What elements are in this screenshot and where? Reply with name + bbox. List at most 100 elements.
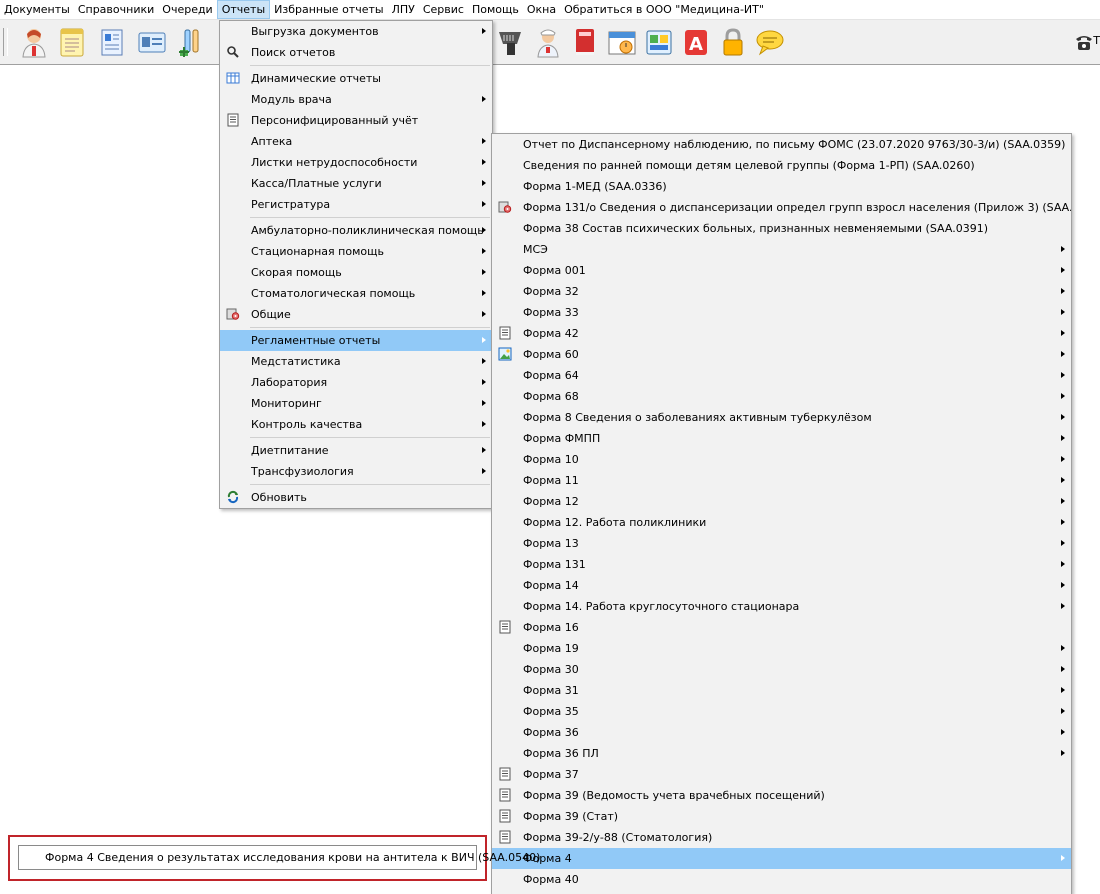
reglament-menu-item-label: Форма 8 Сведения о заболеваниях активным… <box>523 411 872 424</box>
menubar-item-справочники[interactable]: Справочники <box>74 0 158 19</box>
reglament-menu-item[interactable]: Форма 37 <box>492 764 1071 785</box>
submenu-arrow-icon <box>1061 435 1065 441</box>
reglament-menu-item[interactable]: Форма 10 <box>492 449 1071 470</box>
reports-menu-item[interactable]: Касса/Платные услуги <box>220 173 492 194</box>
reglament-menu-item[interactable]: Форма 33 <box>492 302 1071 323</box>
reglament-menu-item[interactable]: Форма 40 <box>492 869 1071 890</box>
reglament-menu-item[interactable]: Форма 42 <box>492 323 1071 344</box>
padlock-icon[interactable] <box>717 26 749 58</box>
reglament-menu-item[interactable]: Форма 35 <box>492 701 1071 722</box>
phone-icon[interactable] <box>1074 32 1094 52</box>
reports-menu-item[interactable]: Амбулаторно-поликлиническая помощь <box>220 220 492 241</box>
menubar-item-окна[interactable]: Окна <box>523 0 560 19</box>
red-book-icon[interactable] <box>569 26 601 58</box>
reglament-menu-item[interactable]: Форма 8 Сведения о заболеваниях активным… <box>492 407 1071 428</box>
reglament-menu-item[interactable]: Форма 1-МЕД (SAA.0336) <box>492 176 1071 197</box>
reports-menu-item[interactable]: Контроль качества <box>220 414 492 435</box>
reports-menu-item[interactable]: Общие <box>220 304 492 325</box>
reglament-menu-item[interactable]: Форма 131 <box>492 554 1071 575</box>
reports-menu-item[interactable]: Динамические отчеты <box>220 68 492 89</box>
reglament-menu-item-label: Форма 39-2/у-88 (Стоматология) <box>523 831 713 844</box>
menubar-item-обратиться-в-ооо-медицина-ит[interactable]: Обратиться в ООО "Медицина-ИТ" <box>560 0 768 19</box>
medical-card-icon[interactable] <box>643 26 675 58</box>
reglament-menu-item[interactable]: Форма 12 <box>492 491 1071 512</box>
reglament-menu-item[interactable]: Форма 001 <box>492 260 1071 281</box>
reglament-menu-item-label: Форма 16 <box>523 621 579 634</box>
reglament-menu-item-label: Форма 001 <box>523 264 586 277</box>
reglament-menu-item[interactable]: Форма 36 ПЛ <box>492 743 1071 764</box>
reglament-menu-item[interactable]: Форма 36 <box>492 722 1071 743</box>
reports-menu-item[interactable]: Модуль врача <box>220 89 492 110</box>
reglament-menu-item[interactable]: Форма 60 <box>492 344 1071 365</box>
reports-menu-item[interactable]: Медстатистика <box>220 351 492 372</box>
toolbar-grip[interactable] <box>3 28 8 56</box>
report-doc-icon <box>498 767 512 781</box>
submenu-arrow-icon <box>482 227 486 233</box>
reglament-menu-item[interactable]: Форма 14. Работа круглосуточного стацион… <box>492 596 1071 617</box>
reglament-menu-item[interactable]: Форма 19 <box>492 638 1071 659</box>
reports-menu-item[interactable]: Скорая помощь <box>220 262 492 283</box>
lab-flask-icon[interactable] <box>176 26 208 58</box>
reglament-menu-item[interactable]: Форма 68 <box>492 386 1071 407</box>
reports-menu-item[interactable]: Трансфузиология <box>220 461 492 482</box>
reglament-menu-item[interactable]: Форма 39 (Стат) <box>492 806 1071 827</box>
submenu-arrow-icon <box>1061 330 1065 336</box>
reglament-menu-item[interactable]: Отчет по Диспансерному наблюдению, по пи… <box>492 134 1071 155</box>
reglament-menu-item[interactable]: Форма 30 <box>492 659 1071 680</box>
reglament-menu-item[interactable]: Форма 39 (Ведомость учета врачебных посе… <box>492 785 1071 806</box>
reglament-menu-item[interactable]: Форма 131/о Сведения о диспансеризации о… <box>492 197 1071 218</box>
reglament-menu-item[interactable]: Форма 16 <box>492 617 1071 638</box>
reports-menu-item[interactable]: Персонифицированный учёт <box>220 110 492 131</box>
submenu-arrow-icon <box>1061 288 1065 294</box>
red-letter-a-icon[interactable]: A <box>680 26 712 58</box>
calendar-icon[interactable] <box>606 26 638 58</box>
reports-menu-item[interactable]: Стационарная помощь <box>220 241 492 262</box>
menu-bar: Документы Справочники Очереди Отчеты Избранн… <box>0 0 1100 20</box>
reglament-menu-item[interactable]: Форма 12. Работа поликлиники <box>492 512 1071 533</box>
menubar-item-лпу[interactable]: ЛПУ <box>388 0 419 19</box>
reglament-menu-item[interactable]: Форма ФМПП <box>492 428 1071 449</box>
reglament-menu-item[interactable]: Форма 38 Состав психических больных, при… <box>492 218 1071 239</box>
reglament-menu-item[interactable]: Форма 32 <box>492 281 1071 302</box>
menubar-item-помощь[interactable]: Помощь <box>468 0 523 19</box>
reports-menu-item[interactable]: Лаборатория <box>220 372 492 393</box>
reglament-menu-item[interactable]: Форма 11 <box>492 470 1071 491</box>
reglament-menu-item[interactable]: Сведения по ранней помощи детям целевой … <box>492 155 1071 176</box>
reports-menu-item[interactable]: Регистратура <box>220 194 492 215</box>
reports-menu-item[interactable]: Мониторинг <box>220 393 492 414</box>
doctor-icon[interactable] <box>18 26 50 58</box>
reports-menu-item[interactable]: Обновить <box>220 487 492 508</box>
reglament-menu-item[interactable]: Форма 14 <box>492 575 1071 596</box>
reports-menu-item[interactable]: Выгрузка документов <box>220 21 492 42</box>
reglament-menu-item-label: Форма 30 <box>523 663 579 676</box>
reglament-menu-item[interactable]: МСЭ <box>492 239 1071 260</box>
barcode-scanner-icon[interactable] <box>495 26 527 58</box>
menubar-item-документы[interactable]: Документы <box>0 0 74 19</box>
menubar-item-сервис[interactable]: Сервис <box>419 0 468 19</box>
id-card-icon[interactable] <box>136 26 168 58</box>
reports-menu-item[interactable]: Диетпитание <box>220 440 492 461</box>
reglament-reports-submenu: Отчет по Диспансерному наблюдению, по пи… <box>491 133 1072 894</box>
reglament-menu-item-label: Форма 39 (Ведомость учета врачебных посе… <box>523 789 825 802</box>
reglament-menu-item[interactable]: Форма 31 <box>492 680 1071 701</box>
menubar-item-избранные-отчеты[interactable]: Избранные отчеты <box>270 0 387 19</box>
reglament-menu-item[interactable]: Форма 64 <box>492 365 1071 386</box>
menubar-item-очереди[interactable]: Очереди <box>158 0 216 19</box>
reglament-menu-item[interactable]: Форма 4 <box>492 848 1071 869</box>
reports-menu-item[interactable]: Регламентные отчеты <box>220 330 492 351</box>
reports-menu-item[interactable]: Стоматологическая помощь <box>220 283 492 304</box>
submenu-arrow-icon <box>482 468 486 474</box>
reports-menu-item[interactable]: Аптека <box>220 131 492 152</box>
reports-menu-item[interactable]: Листки нетрудоспособности <box>220 152 492 173</box>
chat-bubble-icon[interactable] <box>754 26 786 58</box>
submenu-arrow-icon <box>1061 708 1065 714</box>
menubar-item-отчеты[interactable]: Отчеты <box>216 0 271 19</box>
reports-menu-item-label: Скорая помощь <box>251 266 342 279</box>
reports-menu-item[interactable]: Поиск отчетов <box>220 42 492 63</box>
reglament-menu-item[interactable]: Форма 13 <box>492 533 1071 554</box>
submenu-arrow-icon <box>482 290 486 296</box>
document-icon[interactable] <box>96 26 128 58</box>
notepad-icon[interactable] <box>56 26 88 58</box>
reglament-menu-item[interactable]: Форма 39-2/у-88 (Стоматология) <box>492 827 1071 848</box>
nurse-icon[interactable] <box>532 26 564 58</box>
